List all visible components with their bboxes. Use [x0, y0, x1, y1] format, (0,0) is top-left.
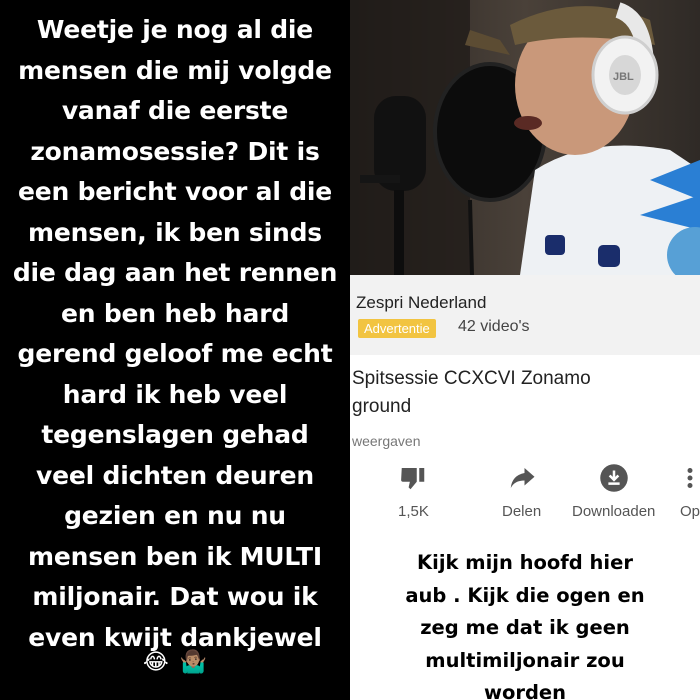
emoji-row: 😂 🤷🏽‍♂️	[0, 648, 350, 678]
ad-card[interactable]: Zespri Nederland Advertentie 42 video's	[350, 275, 700, 355]
download-icon	[599, 464, 628, 492]
thumbs-down-icon	[401, 468, 425, 490]
channel-name[interactable]: Zespri Nederland	[356, 293, 486, 313]
download-button[interactable]: Downloaden	[572, 463, 655, 520]
video-meta: Spitsessie CCXCVI Zonamo ground weergave…	[350, 355, 700, 545]
headphone-brand: JBL	[613, 71, 634, 83]
video-count: 42 video's	[458, 318, 530, 335]
share-icon	[510, 468, 535, 488]
share-label: Delen	[502, 503, 542, 520]
more-button[interactable]: Op	[680, 463, 700, 520]
ad-badge: Advertentie	[358, 319, 436, 338]
dislike-button[interactable]: 1,5K	[398, 463, 429, 520]
more-icon	[687, 468, 693, 488]
more-label: Op	[680, 503, 700, 520]
share-button[interactable]: Delen	[502, 463, 541, 520]
story-text: Weetje je nog al die mensen die mij volg…	[12, 15, 338, 652]
story-panel: Weetje je nog al die mensen die mij volg…	[0, 0, 350, 700]
dislike-count: 1,5K	[398, 503, 429, 520]
youtube-screenshot: JBL Zespri Nederland Advertentie 42 vide…	[350, 0, 700, 700]
download-label: Downloaden	[572, 503, 656, 520]
video-player[interactable]: JBL	[350, 0, 700, 275]
video-title: Spitsessie CCXCVI Zonamo ground	[352, 368, 591, 417]
action-bar: 1,5K Delen Downloaden Op	[350, 463, 700, 523]
laughing-emoji-icon: 😂	[142, 650, 169, 675]
caption-text: Kijk mijn hoofd hier aub . Kijk die ogen…	[350, 545, 700, 700]
shrug-emoji-icon: 🤷🏽‍♂️	[179, 650, 208, 675]
view-count: weergaven	[352, 433, 421, 449]
video-frame: JBL	[350, 0, 700, 275]
